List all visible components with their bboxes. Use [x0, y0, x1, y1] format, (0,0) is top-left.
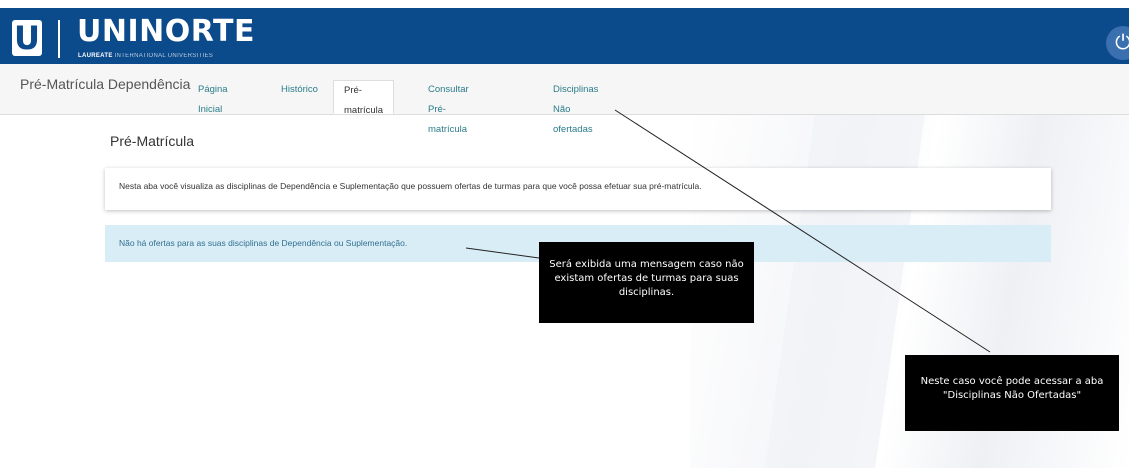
logo-divider: [58, 20, 60, 58]
power-icon[interactable]: ⏻: [1106, 26, 1129, 60]
tab-historico[interactable]: Histórico: [271, 80, 328, 114]
tab-pre-matricula[interactable]: Pré-matrícula: [333, 80, 395, 116]
navigation-bar: Pré-Matrícula Dependência Página Inicial…: [0, 64, 1129, 135]
tab-disciplinas-nao-ofertadas[interactable]: Disciplinas Não ofertadas: [543, 80, 608, 135]
annotation-callout-message: Será exibida uma mensagem caso não exist…: [539, 242, 754, 323]
tab-consultar-pre-matricula[interactable]: Consultar Pré-matrícula: [418, 80, 479, 135]
top-header-bar: U UNINORTE LAUREATE INTERNATIONAL UNIVER…: [0, 8, 1129, 64]
brand-subtitle-rest: INTERNATIONAL UNIVERSITIES: [114, 53, 214, 59]
brand-subtitle-bold: LAUREATE: [78, 53, 113, 59]
page-heading: Pré-Matrícula Dependência: [20, 76, 191, 92]
brand-name: UNINORTE: [77, 14, 255, 49]
info-panel: Nesta aba você visualiza as disciplinas …: [105, 168, 1051, 210]
brand-subtitle: LAUREATE INTERNATIONAL UNIVERSITIES: [78, 53, 213, 59]
tab-pagina-inicial[interactable]: Página Inicial: [188, 80, 238, 115]
content-title: Pré-Matrícula: [110, 133, 195, 149]
annotation-callout-tab: Neste caso você pode acessar a aba "Disc…: [905, 355, 1119, 431]
uninorte-logo-icon: U: [12, 20, 42, 56]
